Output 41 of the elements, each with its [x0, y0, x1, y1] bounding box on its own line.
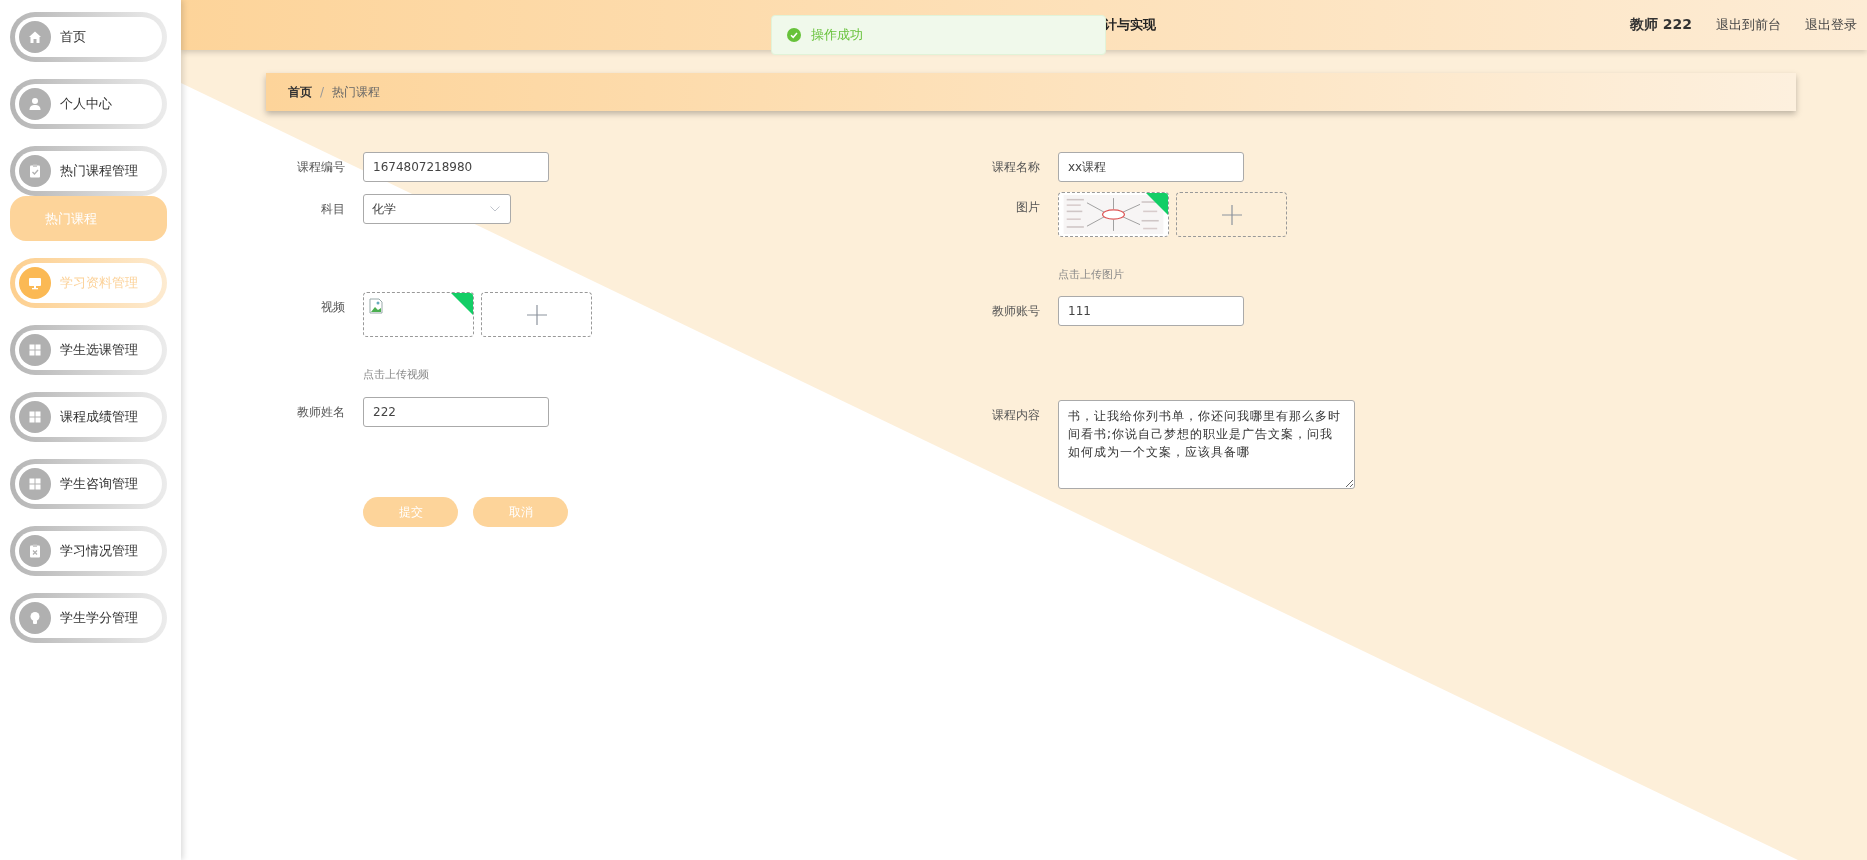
input-field[interactable]: 111	[1058, 296, 1244, 326]
field-label: 教师姓名	[296, 404, 346, 421]
check-circle-icon	[787, 28, 801, 42]
user-icon	[27, 96, 43, 112]
clipboard-icon	[27, 163, 43, 179]
select-field[interactable]: 化学	[363, 194, 511, 224]
monitor-icon	[27, 275, 43, 291]
toast-text: 操作成功	[811, 26, 863, 44]
header-link[interactable]: 退出登录	[1805, 16, 1857, 34]
upload-hint: 点击上传视频	[363, 367, 430, 382]
field-label: 课程名称	[991, 159, 1041, 176]
uploaded-file[interactable]	[363, 292, 474, 337]
breadcrumb-link[interactable]: 首页	[288, 83, 312, 101]
field-label: 课程编号	[296, 159, 346, 176]
plus-icon	[526, 304, 547, 325]
input-field[interactable]: xx课程	[1058, 152, 1244, 182]
upload-button[interactable]	[1176, 192, 1287, 237]
home-icon	[27, 29, 43, 45]
success-corner-icon	[1146, 193, 1168, 215]
field-label: 教师账号	[991, 303, 1041, 320]
grid-icon	[27, 476, 43, 492]
clipboard-icon	[27, 543, 43, 559]
breadcrumb-link[interactable]: 热门课程	[332, 83, 381, 101]
input-field[interactable]: 1674807218980	[363, 152, 549, 182]
text-area[interactable]: 书，让我给你列书单，你还问我哪里有那么多时间看书;你说自己梦想的职业是广告文案，问我如何成为一个文案，应该具备哪	[1058, 400, 1355, 489]
header-link[interactable]: 退出到前台	[1716, 16, 1781, 34]
grid-icon	[27, 342, 43, 358]
field-label: 科目	[320, 201, 346, 218]
input-field[interactable]: 222	[363, 397, 549, 427]
plus-icon	[1221, 204, 1242, 225]
chevron-down-icon	[490, 206, 500, 212]
upload-button[interactable]	[481, 292, 592, 337]
field-label: 图片	[1015, 199, 1041, 216]
broken-image-icon	[369, 298, 383, 314]
success-corner-icon	[451, 293, 473, 315]
field-label: 视频	[320, 299, 346, 316]
field-label: 课程内容	[991, 407, 1041, 424]
grid-icon	[27, 409, 43, 425]
upload-hint: 点击上传图片	[1058, 267, 1125, 282]
breadcrumb-separator: /	[320, 85, 325, 99]
user-name: 教师 222	[1629, 16, 1692, 34]
